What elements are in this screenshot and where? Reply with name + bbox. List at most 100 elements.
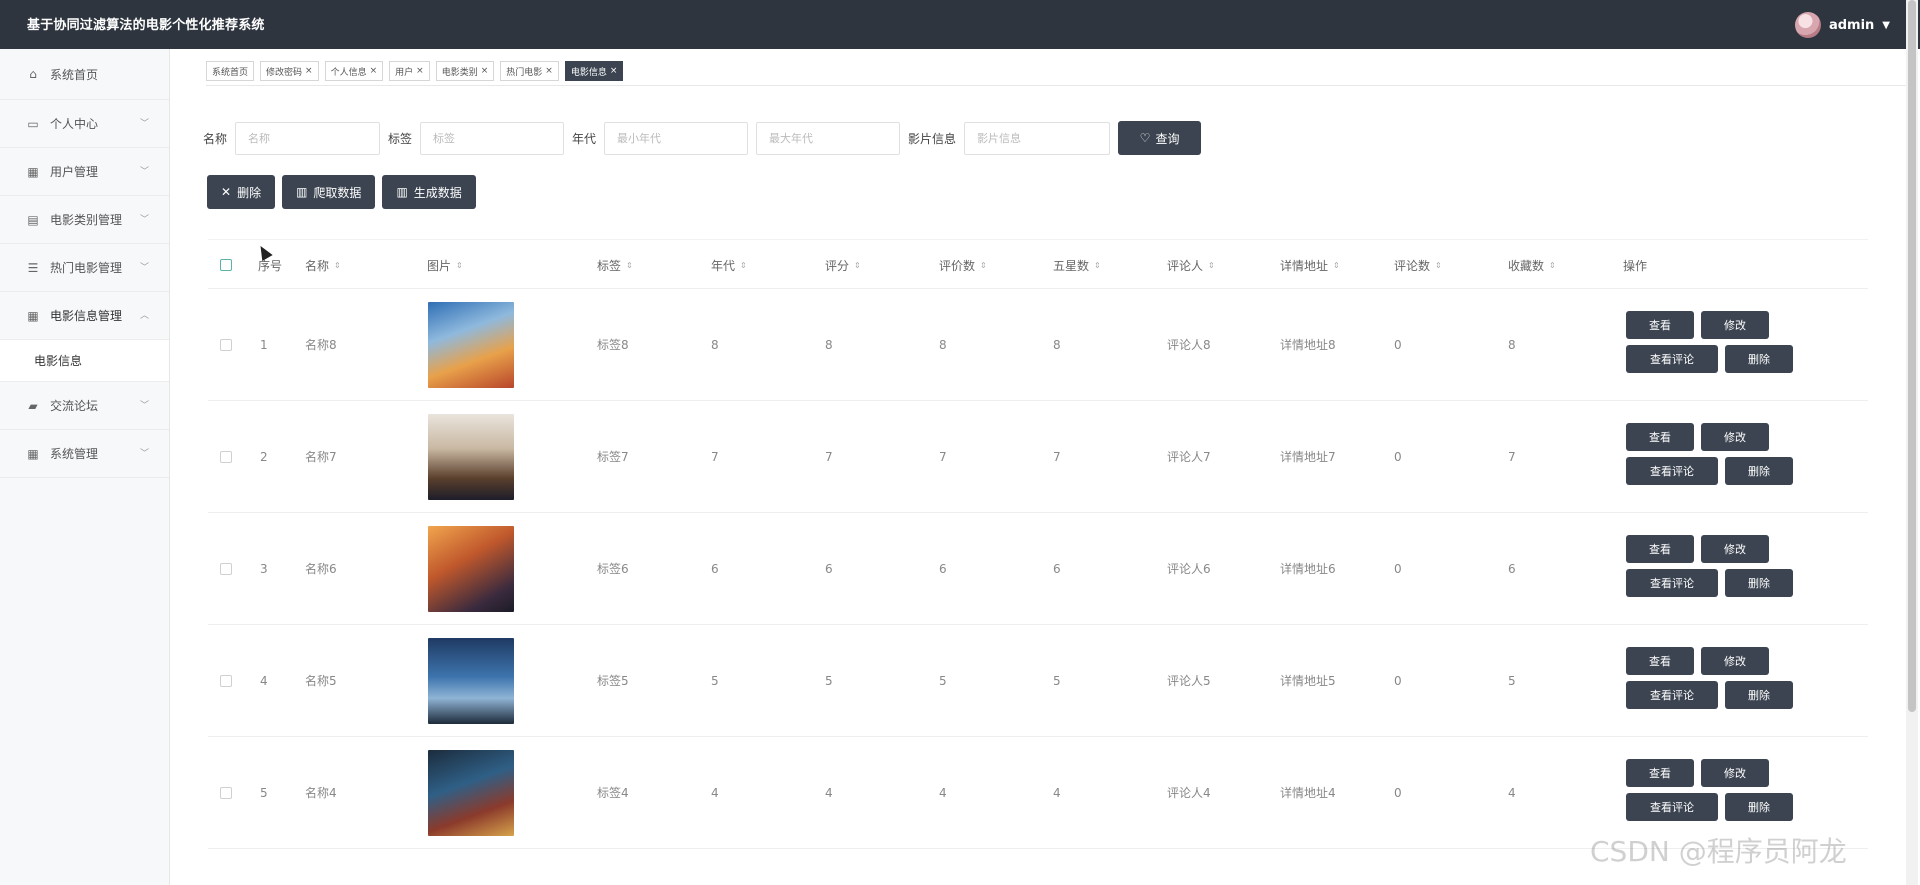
delete-button[interactable]: 删除 — [1725, 457, 1793, 485]
sidebar-item-home[interactable]: ⌂ 系统首页 — [0, 49, 169, 100]
col-detail-url[interactable]: 详情地址 ⇕ — [1280, 240, 1340, 290]
sort-icon[interactable]: ⇕ — [1094, 261, 1101, 270]
edit-button[interactable]: 修改 — [1701, 423, 1769, 451]
delete-button[interactable]: 删除 — [1725, 681, 1793, 709]
select-all-checkbox[interactable] — [220, 240, 232, 290]
caret-down-icon[interactable]: ▼ — [1882, 20, 1890, 31]
query-button[interactable]: ♡ 查询 — [1118, 121, 1202, 155]
sidebar-item-system[interactable]: ▦ 系统管理 ﹀ — [0, 430, 169, 478]
sort-icon[interactable]: ⇕ — [1435, 261, 1442, 270]
view-comments-button[interactable]: 查看评论 — [1626, 569, 1718, 597]
view-button[interactable]: 查看 — [1626, 311, 1694, 339]
movie-reviewer: 评论人6 — [1167, 562, 1211, 576]
sort-icon[interactable]: ⇕ — [854, 261, 861, 270]
view-button[interactable]: 查看 — [1626, 535, 1694, 563]
user-menu[interactable]: admin ▼ — [1794, 12, 1890, 38]
close-icon[interactable]: × — [416, 66, 424, 76]
sidebar-item-users[interactable]: ▦ 用户管理 ﹀ — [0, 148, 169, 196]
view-comments-button[interactable]: 查看评论 — [1626, 793, 1718, 821]
sidebar-item-forum[interactable]: ▰ 交流论坛 ﹀ — [0, 382, 169, 430]
movie-tag: 标签8 — [597, 338, 629, 352]
tab-users[interactable]: 用户 × — [389, 61, 430, 81]
info-input[interactable]: 影片信息 — [964, 121, 1111, 155]
tab-personal-info[interactable]: 个人信息 × — [324, 61, 384, 81]
tab-movie-category[interactable]: 电影类别 × — [435, 61, 495, 81]
tag-input[interactable]: 标签 — [420, 121, 565, 155]
sort-icon[interactable]: ⇕ — [334, 261, 341, 270]
col-image[interactable]: 图片 ⇕ — [427, 240, 463, 290]
view-button[interactable]: 查看 — [1626, 423, 1694, 451]
name-input[interactable]: 名称 — [235, 121, 381, 155]
tab-label: 电影信息 — [570, 67, 607, 78]
year-min-input[interactable]: 最小年代 — [604, 121, 749, 155]
year-max-input[interactable]: 最大年代 — [756, 121, 901, 155]
movie-five-star: 6 — [1053, 561, 1061, 576]
movie-rates: 5 — [939, 673, 947, 688]
sort-icon[interactable]: ⇕ — [980, 261, 987, 270]
view-comments-button[interactable]: 查看评论 — [1626, 681, 1718, 709]
sort-icon[interactable]: ⇕ — [1333, 261, 1340, 270]
movie-tag: 标签6 — [597, 562, 629, 576]
table-row: 2 名称7 标签7 7 7 7 7 评论人7 详情地址7 0 7 查看 修改 查看评论 删除 — [208, 401, 1868, 513]
close-icon[interactable]: × — [610, 66, 618, 76]
col-name[interactable]: 名称 ⇕ — [305, 240, 341, 290]
calendar-icon: ▭ — [27, 116, 39, 131]
row-checkbox[interactable] — [220, 289, 232, 400]
tab-movie-info[interactable]: 电影信息 × — [564, 61, 624, 81]
row-checkbox[interactable] — [220, 737, 232, 848]
username[interactable]: admin — [1829, 18, 1874, 33]
sidebar-item-movie-info[interactable]: ▦ 电影信息管理 ︿ — [0, 292, 169, 340]
poster-image — [428, 749, 514, 836]
scrollbar-thumb[interactable] — [1908, 0, 1916, 712]
edit-button[interactable]: 修改 — [1701, 759, 1769, 787]
delete-button[interactable]: 删除 — [1725, 345, 1793, 373]
tab-home[interactable]: 系统首页 — [206, 61, 255, 81]
view-comments-button[interactable]: 查看评论 — [1626, 345, 1718, 373]
col-reviewer[interactable]: 评论人 ⇕ — [1167, 240, 1215, 290]
tab-hot-movies[interactable]: 热门电影 × — [500, 61, 559, 81]
delete-button[interactable]: 删除 — [1725, 569, 1793, 597]
close-icon[interactable]: × — [305, 66, 313, 76]
sort-icon[interactable]: ⇕ — [1549, 261, 1556, 270]
sidebar-item-movie-category[interactable]: ▤ 电影类别管理 ﹀ — [0, 196, 169, 244]
crawl-data-button[interactable]: ▥ 爬取数据 — [282, 175, 376, 209]
edit-button[interactable]: 修改 — [1701, 647, 1769, 675]
sort-icon[interactable]: ⇕ — [456, 261, 463, 270]
movie-name: 名称5 — [305, 674, 337, 688]
edit-button[interactable]: 修改 — [1701, 535, 1769, 563]
col-rates[interactable]: 评价数 ⇕ — [939, 240, 987, 290]
row-checkbox[interactable] — [220, 625, 232, 736]
sort-icon[interactable]: ⇕ — [626, 261, 633, 270]
delete-button[interactable]: 删除 — [1725, 793, 1793, 821]
col-score[interactable]: 评分 ⇕ — [825, 240, 861, 290]
movie-year: 6 — [711, 561, 719, 576]
action-bar: ✕ 删除 ▥ 爬取数据 ▥ 生成数据 — [207, 175, 476, 209]
movie-name: 名称8 — [305, 338, 337, 352]
sort-icon[interactable]: ⇕ — [1208, 261, 1215, 270]
close-icon[interactable]: × — [481, 66, 489, 76]
view-comments-button[interactable]: 查看评论 — [1626, 457, 1718, 485]
col-favorites[interactable]: 收藏数 ⇕ — [1508, 240, 1556, 290]
close-icon[interactable]: × — [370, 66, 378, 76]
col-comments[interactable]: 评论数 ⇕ — [1394, 240, 1442, 290]
generate-data-button[interactable]: ▥ 生成数据 — [382, 175, 476, 209]
sidebar-item-personal[interactable]: ▭ 个人中心 ﹀ — [0, 100, 169, 148]
col-tag[interactable]: 标签 ⇕ — [597, 240, 633, 290]
sidebar-item-label: 个人中心 — [50, 117, 99, 131]
sort-icon[interactable]: ⇕ — [740, 261, 747, 270]
sidebar-item-hot-movies[interactable]: ☰ 热门电影管理 ﹀ — [0, 244, 169, 292]
row-checkbox[interactable] — [220, 513, 232, 624]
sidebar-subitem-movie-info[interactable]: 电影信息 — [0, 340, 169, 382]
page-scrollbar[interactable] — [1906, 0, 1918, 885]
tab-change-password[interactable]: 修改密码 × — [260, 61, 319, 81]
col-five-star[interactable]: 五星数 ⇕ — [1053, 240, 1101, 290]
movie-year: 5 — [711, 673, 719, 688]
view-button[interactable]: 查看 — [1626, 759, 1694, 787]
row-checkbox[interactable] — [220, 401, 232, 512]
view-button[interactable]: 查看 — [1626, 647, 1694, 675]
col-year[interactable]: 年代 ⇕ — [711, 240, 747, 290]
close-icon[interactable]: × — [545, 66, 553, 76]
batch-delete-button[interactable]: ✕ 删除 — [207, 175, 276, 209]
edit-button[interactable]: 修改 — [1701, 311, 1769, 339]
avatar[interactable] — [1794, 12, 1821, 38]
